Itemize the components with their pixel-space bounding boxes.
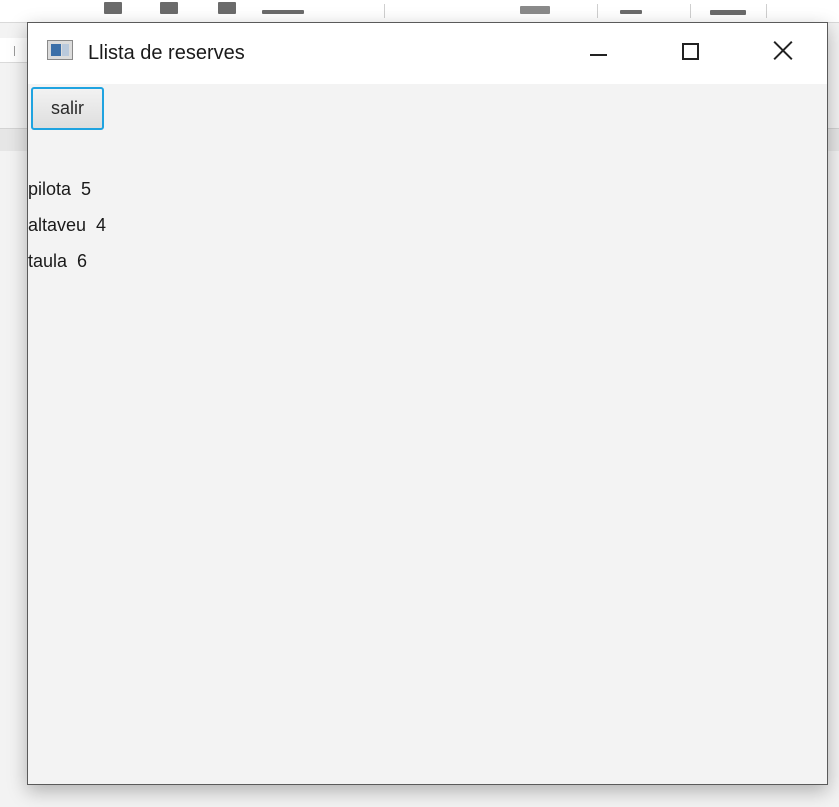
background-ruler	[0, 38, 30, 63]
maximize-icon	[682, 43, 699, 60]
salir-button[interactable]: salir	[31, 87, 104, 130]
background-toolbar-icon	[160, 2, 178, 14]
title-bar[interactable]: Llista de reserves	[28, 23, 827, 84]
background-toolbar-separator	[597, 4, 598, 18]
java-app-window-icon	[47, 40, 73, 60]
background-toolbar-separator	[384, 4, 385, 18]
reservations-window: Llista de reserves salir pilota 5 altave…	[27, 22, 828, 785]
background-toolbar-separator	[766, 4, 767, 18]
reservations-list: pilota 5 altaveu 4 taula 6	[28, 171, 106, 279]
minimize-button[interactable]	[552, 23, 644, 84]
background-toolbar-icon	[520, 6, 550, 14]
background-toolbar-icon	[104, 2, 122, 14]
reservation-item: taula 6	[28, 251, 88, 271]
close-icon	[772, 40, 793, 61]
background-band	[0, 128, 30, 151]
background-toolbar-icon	[620, 10, 642, 14]
background-toolbar-icon	[710, 10, 746, 15]
background-toolbar-icon	[262, 10, 304, 14]
maximize-button[interactable]	[644, 23, 736, 84]
window-title: Llista de reserves	[88, 42, 245, 64]
window-content: salir pilota 5 altaveu 4 taula 6	[28, 84, 827, 784]
background-ruler-tick	[14, 46, 15, 56]
minimize-icon	[590, 54, 607, 56]
reservation-item: pilota 5	[28, 179, 92, 199]
close-button[interactable]	[736, 23, 828, 84]
background-toolbar-icon	[218, 2, 236, 14]
background-toolbar-separator	[690, 4, 691, 18]
background-toolbar	[0, 0, 839, 23]
reservation-item: altaveu 4	[28, 215, 107, 235]
background-band	[828, 128, 839, 151]
